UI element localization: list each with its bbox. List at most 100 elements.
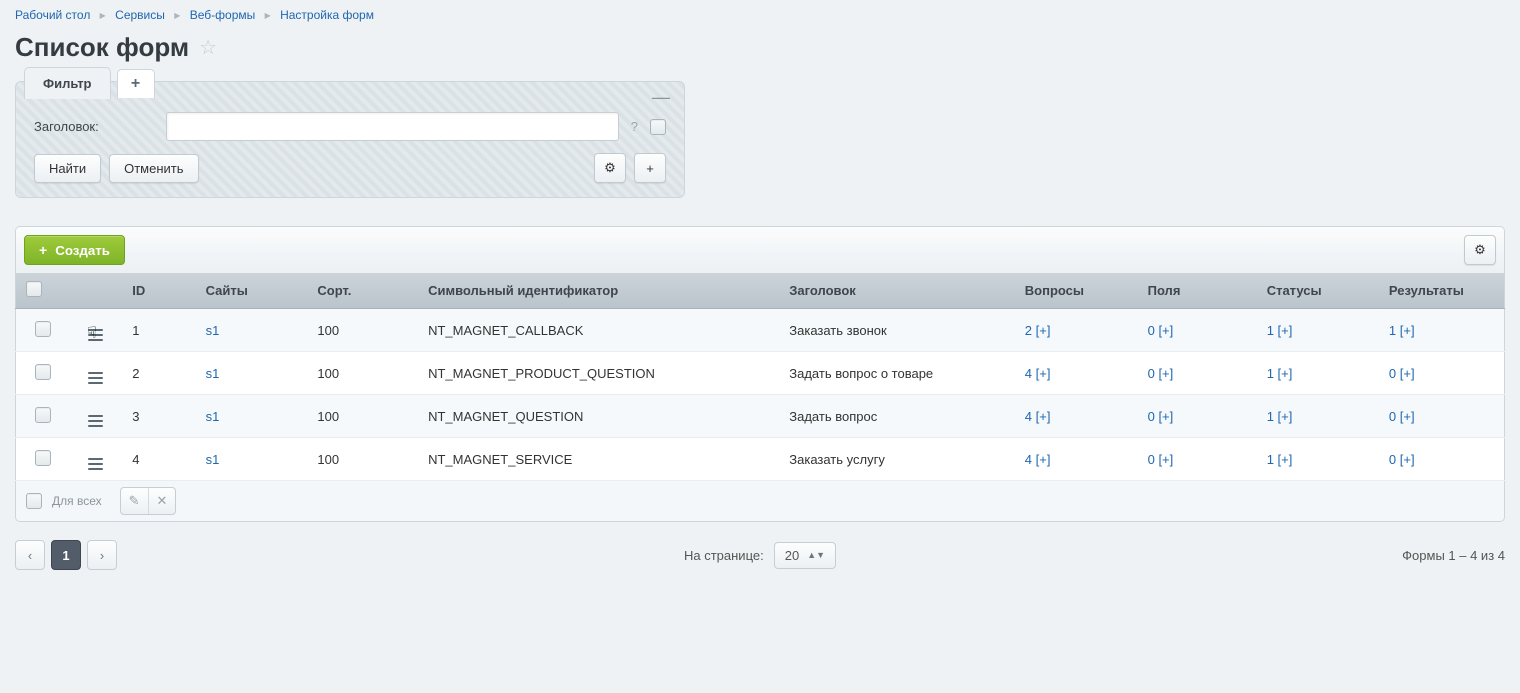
- cell-results-add[interactable]: [+]: [1396, 452, 1414, 467]
- cell-fields-add[interactable]: [+]: [1155, 409, 1173, 424]
- table-row: 2s1100NT_MAGNET_PRODUCT_QUESTIONЗадать в…: [16, 352, 1505, 395]
- plus-icon: +: [646, 161, 654, 176]
- collapse-filter-icon[interactable]: —: [652, 87, 670, 108]
- col-header-sites[interactable]: Сайты: [196, 273, 308, 309]
- cell-statuses-add[interactable]: [+]: [1274, 409, 1292, 424]
- cell-sid: NT_MAGNET_PRODUCT_QUESTION: [418, 352, 779, 395]
- breadcrumb-item[interactable]: Веб-формы: [190, 8, 256, 22]
- help-icon[interactable]: ?: [631, 119, 638, 134]
- pager-prev-button[interactable]: ‹: [15, 540, 45, 570]
- col-header-results[interactable]: Результаты: [1379, 273, 1505, 309]
- table-row: 4s1100NT_MAGNET_SERVICEЗаказать услугу4 …: [16, 438, 1505, 481]
- cell-statuses-count[interactable]: 1: [1267, 452, 1274, 467]
- col-header-id[interactable]: ID: [122, 273, 195, 309]
- cell-results-add[interactable]: [+]: [1396, 323, 1414, 338]
- pager-page-button[interactable]: 1: [51, 540, 81, 570]
- create-button-label: Создать: [55, 243, 110, 258]
- plus-icon: +: [131, 75, 140, 93]
- cell-site-link[interactable]: s1: [206, 409, 220, 424]
- plus-icon: +: [39, 242, 47, 258]
- cell-id: 1: [122, 309, 195, 352]
- cell-sid: NT_MAGNET_QUESTION: [418, 395, 779, 438]
- pencil-icon: ✎: [129, 493, 140, 509]
- cell-fields-count[interactable]: 0: [1148, 366, 1155, 381]
- cell-statuses-count[interactable]: 1: [1267, 366, 1274, 381]
- cell-sort: 100: [307, 309, 418, 352]
- breadcrumb-item[interactable]: Настройка форм: [280, 8, 374, 22]
- cell-fields-add[interactable]: [+]: [1155, 452, 1173, 467]
- cell-questions-count[interactable]: 4: [1025, 366, 1032, 381]
- chevron-right-icon: ▶: [94, 11, 112, 20]
- cell-fields-count[interactable]: 0: [1148, 452, 1155, 467]
- row-menu-button[interactable]: [88, 372, 103, 384]
- cell-statuses-add[interactable]: [+]: [1274, 323, 1292, 338]
- list-toolbar: + Создать ⚙: [15, 226, 1505, 273]
- select-all-checkbox[interactable]: [26, 281, 42, 297]
- footer-delete-button[interactable]: ✕: [149, 488, 176, 514]
- cell-fields-count[interactable]: 0: [1148, 409, 1155, 424]
- cell-questions-add[interactable]: [+]: [1032, 323, 1050, 338]
- row-checkbox[interactable]: [35, 450, 51, 466]
- cell-results-add[interactable]: [+]: [1396, 366, 1414, 381]
- col-header-sid[interactable]: Символьный идентификатор: [418, 273, 779, 309]
- updown-icon: ▲▼: [807, 550, 825, 560]
- cell-results-add[interactable]: [+]: [1396, 409, 1414, 424]
- filter-title-input[interactable]: [166, 112, 619, 141]
- cell-questions-count[interactable]: 4: [1025, 452, 1032, 467]
- per-page-label: На странице:: [684, 548, 764, 563]
- filter-extra-checkbox[interactable]: [650, 119, 666, 135]
- close-icon: ✕: [157, 493, 168, 509]
- cell-fields-count[interactable]: 0: [1148, 323, 1155, 338]
- cell-sort: 100: [307, 438, 418, 481]
- cell-sid: NT_MAGNET_CALLBACK: [418, 309, 779, 352]
- breadcrumb-item[interactable]: Сервисы: [115, 8, 165, 22]
- filter-settings-button[interactable]: ⚙: [594, 153, 626, 183]
- cell-questions-add[interactable]: [+]: [1032, 452, 1050, 467]
- filter-add-button[interactable]: +: [634, 153, 666, 183]
- cell-questions-add[interactable]: [+]: [1032, 366, 1050, 381]
- footer-edit-button[interactable]: ✎: [121, 488, 149, 514]
- favorite-star-icon[interactable]: ☆: [199, 35, 217, 60]
- row-menu-button[interactable]: [88, 415, 103, 427]
- list-settings-button[interactable]: ⚙: [1464, 235, 1496, 265]
- create-button[interactable]: + Создать: [24, 235, 125, 265]
- table-row: 3s1100NT_MAGNET_QUESTIONЗадать вопрос4 […: [16, 395, 1505, 438]
- cell-site-link[interactable]: s1: [206, 452, 220, 467]
- col-header-statuses[interactable]: Статусы: [1257, 273, 1379, 309]
- col-header-fields[interactable]: Поля: [1138, 273, 1257, 309]
- cell-site-link[interactable]: s1: [206, 323, 220, 338]
- row-menu-button[interactable]: [88, 458, 103, 470]
- grid-footer: Для всех ✎ ✕: [15, 481, 1505, 522]
- cell-questions-add[interactable]: [+]: [1032, 409, 1050, 424]
- chevron-left-icon: ‹: [28, 548, 32, 563]
- cell-statuses-add[interactable]: [+]: [1274, 366, 1292, 381]
- pager-next-button[interactable]: ›: [87, 540, 117, 570]
- cell-statuses-add[interactable]: [+]: [1274, 452, 1292, 467]
- cell-site-link[interactable]: s1: [206, 366, 220, 381]
- cell-id: 2: [122, 352, 195, 395]
- filter-cancel-button[interactable]: Отменить: [109, 154, 198, 183]
- cell-questions-count[interactable]: 2: [1025, 323, 1032, 338]
- row-checkbox[interactable]: [35, 364, 51, 380]
- cell-questions-count[interactable]: 4: [1025, 409, 1032, 424]
- col-header-title[interactable]: Заголовок: [779, 273, 1015, 309]
- col-header-sort[interactable]: Сорт.: [307, 273, 418, 309]
- row-menu-button[interactable]: [88, 329, 103, 341]
- cell-fields-add[interactable]: [+]: [1155, 323, 1173, 338]
- row-checkbox[interactable]: [35, 407, 51, 423]
- table-row: ☟1s1100NT_MAGNET_CALLBACKЗаказать звонок…: [16, 309, 1505, 352]
- cell-statuses-count[interactable]: 1: [1267, 323, 1274, 338]
- filter-find-button[interactable]: Найти: [34, 154, 101, 183]
- pagination-bar: ‹ 1 › На странице: 20 ▲▼ Формы 1 – 4 из …: [15, 540, 1505, 570]
- col-header-questions[interactable]: Вопросы: [1015, 273, 1138, 309]
- row-checkbox[interactable]: [35, 321, 51, 337]
- filter-tab[interactable]: Фильтр: [24, 67, 111, 99]
- per-page-select[interactable]: 20 ▲▼: [774, 542, 836, 569]
- page-title: Список форм: [15, 32, 189, 63]
- breadcrumb-item[interactable]: Рабочий стол: [15, 8, 90, 22]
- footer-for-all-label: Для всех: [52, 494, 102, 508]
- footer-select-all-checkbox[interactable]: [26, 493, 42, 509]
- cell-statuses-count[interactable]: 1: [1267, 409, 1274, 424]
- add-filter-tab-button[interactable]: +: [117, 69, 155, 98]
- cell-fields-add[interactable]: [+]: [1155, 366, 1173, 381]
